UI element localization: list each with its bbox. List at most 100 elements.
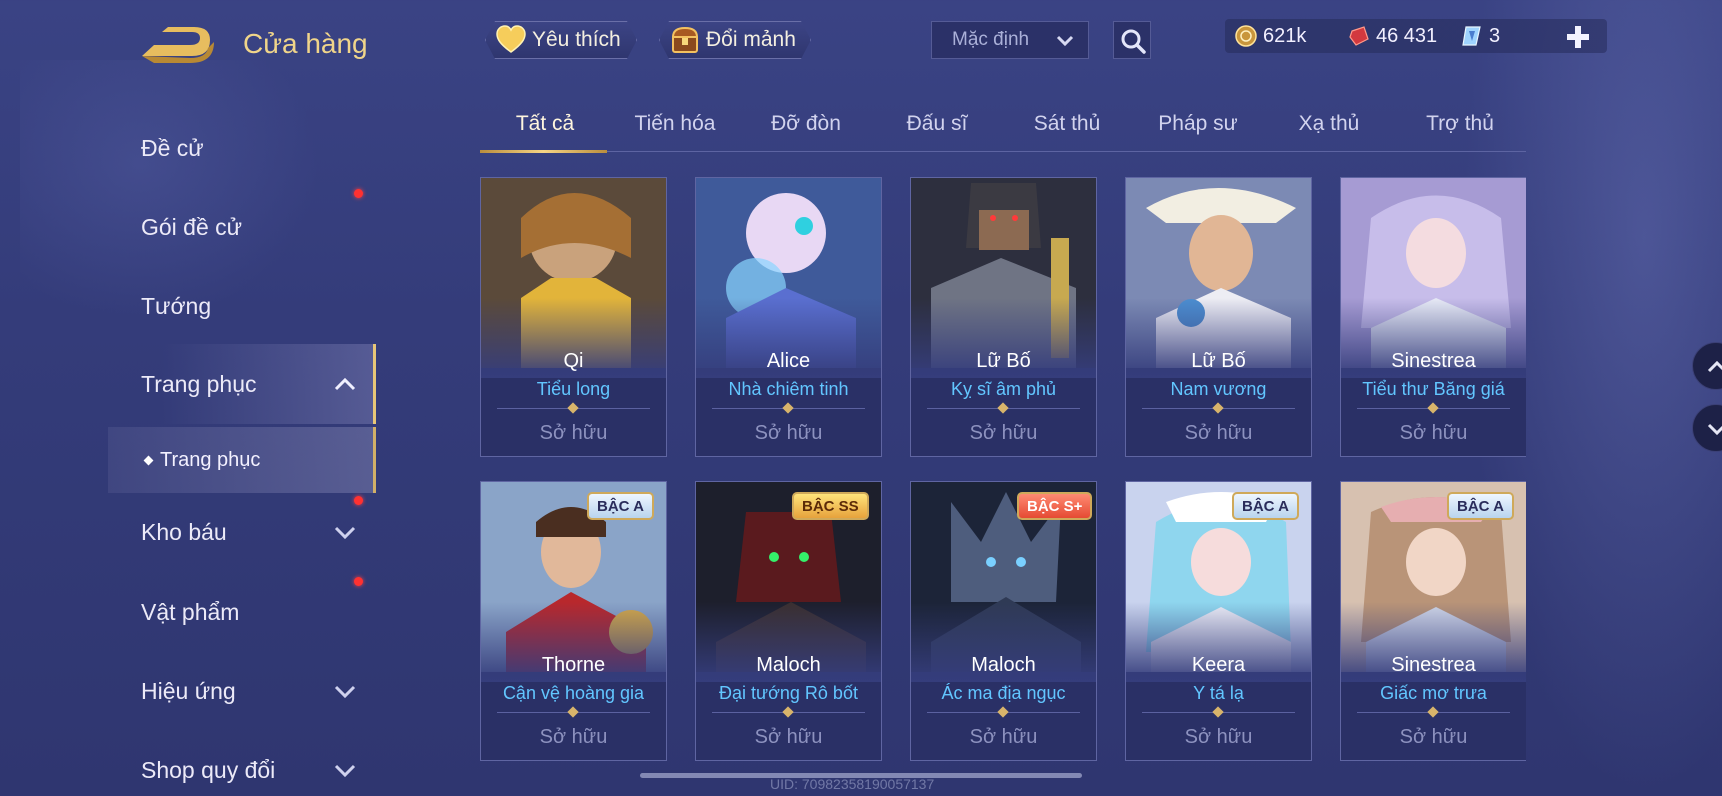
- skin-name: Đại tướng Rô bốt: [719, 683, 858, 703]
- hero-name: Qi: [563, 350, 584, 372]
- tab-label: Sát thủ: [1033, 112, 1101, 135]
- skin-name: Tiểu thư Băng giá: [1362, 379, 1505, 399]
- tab-label: Trợ thủ: [1426, 112, 1494, 135]
- hero-name: Sinestrea: [1391, 654, 1476, 676]
- sort-value: Mặc định: [952, 29, 1030, 50]
- back-button[interactable]: [140, 26, 216, 64]
- skin-card[interactable]: BẬC S+ Maloch Ác ma địa ngục Sở hữu: [910, 481, 1097, 761]
- sidebar-item-featured[interactable]: Đề cử: [0, 113, 376, 183]
- sidebar-subitem-label: Trang phục: [160, 449, 261, 471]
- favorites-label: Yêu thích: [532, 28, 621, 51]
- skin-card[interactable]: Lữ Bố Nam vương Sở hữu: [1125, 177, 1312, 457]
- skin-name: Nhà chiêm tinh: [728, 379, 849, 399]
- sidebar-item-costumes[interactable]: Trang phục: [108, 344, 376, 424]
- skin-card[interactable]: Sinestrea Tiểu thư Băng giá Sở hữu: [1340, 177, 1526, 457]
- divider-ornament: [1212, 706, 1224, 718]
- chevron-down-icon: [334, 764, 356, 778]
- sidebar-item-exchange-shop[interactable]: Shop quy đổi: [0, 735, 376, 796]
- divider-ornament: [1427, 402, 1439, 414]
- hero-name: Thorne: [541, 654, 606, 676]
- tab-fighter[interactable]: Đấu sĩ: [872, 112, 1002, 136]
- sidebar-item-label: Tướng: [141, 293, 212, 319]
- currency-bar: 621k 46 431 3: [1225, 19, 1607, 53]
- favorites-button[interactable]: Yêu thích: [485, 21, 637, 59]
- ruby-currency: 46 431: [1348, 19, 1437, 53]
- search-button[interactable]: [1113, 21, 1151, 59]
- skin-name: Nam vương: [1170, 379, 1267, 399]
- header: Cửa hàng Yêu thích Đổi mảnh Mặc định 621…: [0, 0, 1722, 90]
- owned-status: Sở hữu: [1399, 422, 1468, 444]
- chevron-down-icon: [334, 685, 356, 699]
- gold-amount: 621k: [1263, 25, 1307, 47]
- skin-card[interactable]: BẬC A Thorne Cận vệ hoàng gia Sở hữu: [480, 481, 667, 761]
- tier-badge: BẬC A: [1232, 492, 1299, 520]
- sidebar-item-heroes[interactable]: Tướng: [0, 271, 376, 341]
- sidebar-item-items[interactable]: Vật phẩm: [0, 577, 376, 647]
- skin-card[interactable]: Qi Tiểu long Sở hữu: [480, 177, 667, 457]
- exchange-label: Đổi mảnh: [706, 28, 796, 51]
- sidebar-item-label: Vật phẩm: [141, 599, 240, 625]
- skin-name: Tiểu long: [536, 379, 611, 399]
- tier-badge: BẬC A: [587, 492, 654, 520]
- chevron-up-icon: [1707, 360, 1722, 373]
- sidebar-item-label: Hiệu ứng: [141, 678, 236, 704]
- tab-support[interactable]: Trợ thủ: [1395, 112, 1525, 136]
- tab-assassin[interactable]: Sát thủ: [1002, 112, 1132, 136]
- active-tab-indicator: [480, 150, 607, 153]
- sidebar-item-featured-bundles[interactable]: Gói đề cử: [0, 189, 376, 262]
- chevron-up-icon: [334, 377, 356, 391]
- notification-dot: [354, 189, 363, 198]
- sidebar-item-effects[interactable]: Hiệu ứng: [0, 656, 376, 726]
- owned-status: Sở hữu: [754, 422, 823, 444]
- divider-ornament: [782, 706, 794, 718]
- notification-dot: [354, 496, 363, 505]
- divider-ornament: [782, 402, 794, 414]
- hero-name: Lữ Bố: [976, 350, 1031, 372]
- tab-label: Đấu sĩ: [906, 112, 968, 135]
- tab-label: Tất cả: [515, 112, 575, 135]
- owned-status: Sở hữu: [1184, 726, 1253, 748]
- divider-ornament: [997, 402, 1009, 414]
- tab-evolution[interactable]: Tiến hóa: [610, 112, 740, 136]
- skin-card[interactable]: Lữ Bố Kỵ sĩ âm phủ Sở hữu: [910, 177, 1097, 457]
- gold-currency: 621k: [1235, 19, 1306, 53]
- search-icon: [1121, 29, 1146, 54]
- gem-amount: 3: [1489, 25, 1501, 47]
- sidebar-item-label: Shop quy đổi: [141, 757, 276, 783]
- treasure-chest-icon: [670, 25, 700, 55]
- skin-card[interactable]: Alice Nhà chiêm tinh Sở hữu: [695, 177, 882, 457]
- add-currency-button[interactable]: [1565, 24, 1591, 50]
- ruby-icon: [1349, 26, 1369, 46]
- sidebar: Đề cử Gói đề cử Tướng Trang phục Trang p…: [0, 100, 380, 796]
- skin-card[interactable]: BẬC A Keera Y tá lạ Sở hữu: [1125, 481, 1312, 761]
- owned-status: Sở hữu: [539, 422, 608, 444]
- divider-ornament: [567, 706, 579, 718]
- divider-ornament: [1212, 402, 1224, 414]
- skin-card[interactable]: BẬC SS Maloch Đại tướng Rô bốt Sở hữu: [695, 481, 882, 761]
- hero-name: Sinestrea: [1391, 350, 1476, 372]
- sidebar-item-label: Trang phục: [141, 371, 257, 397]
- ruby-amount: 46 431: [1376, 25, 1438, 47]
- tier-badge: BẬC A: [1447, 492, 1514, 520]
- tier-badge: BẬC S+: [1017, 492, 1093, 520]
- tab-all[interactable]: Tất cả: [480, 112, 610, 136]
- tab-label: Đỡ đòn: [771, 112, 841, 135]
- owned-status: Sở hữu: [1399, 726, 1468, 748]
- tab-tank[interactable]: Đỡ đòn: [741, 112, 871, 136]
- chevron-down-icon: [1707, 423, 1722, 436]
- page-title: Cửa hàng: [243, 28, 368, 59]
- skin-name: Cận vệ hoàng gia: [502, 683, 645, 703]
- sidebar-subitem-costumes[interactable]: Trang phục: [108, 427, 376, 493]
- sidebar-item-treasure[interactable]: Kho báu: [0, 496, 376, 567]
- chevron-down-icon: [334, 526, 356, 540]
- tab-marksman[interactable]: Xạ thủ: [1264, 112, 1394, 136]
- exchange-fragments-button[interactable]: Đổi mảnh: [659, 21, 811, 59]
- skin-card[interactable]: BẬC A Sinestrea Giấc mơ trưa Sở hữu: [1340, 481, 1526, 761]
- divider-ornament: [1427, 706, 1439, 718]
- uid-text: UID: 70982358190057137: [770, 776, 935, 792]
- skin-grid: Qi Tiểu long Sở hữu Alice Nhà chiêm tinh…: [480, 175, 1526, 796]
- sort-dropdown[interactable]: Mặc định: [931, 21, 1089, 59]
- tab-mage[interactable]: Pháp sư: [1133, 112, 1263, 136]
- skin-name: Giấc mơ trưa: [1380, 683, 1487, 703]
- heart-icon: [496, 25, 526, 55]
